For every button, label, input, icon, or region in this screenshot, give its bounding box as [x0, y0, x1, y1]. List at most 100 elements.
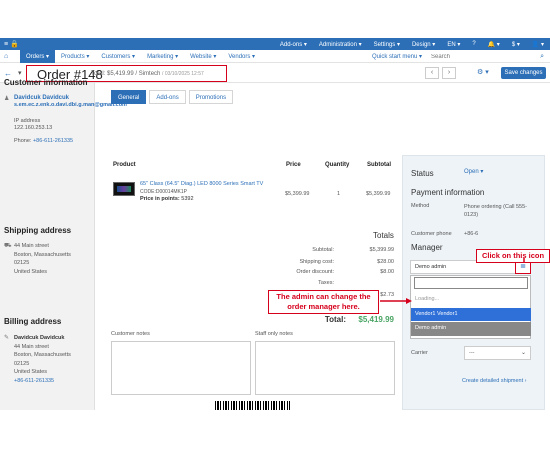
annotation-change-manager: The admin can change the order manager h…	[268, 290, 379, 314]
billing-phone-link[interactable]: +86-611-261335	[14, 377, 71, 386]
product-thumbnail[interactable]	[113, 182, 135, 196]
nav-products[interactable]: Products ▾	[55, 50, 95, 63]
product-subtotal: $5,399.99	[366, 191, 391, 197]
total-value: $5,419.99	[358, 315, 394, 324]
notifications-icon[interactable]: 🔔 ▾	[488, 41, 500, 48]
carrier-select[interactable]: --- ⌄	[464, 346, 531, 360]
quick-start-menu[interactable]: Quick start menu ▾	[372, 53, 422, 60]
address-line: 44 Main street	[14, 243, 49, 249]
staff-notes-textarea[interactable]	[255, 341, 395, 395]
nav-marketing[interactable]: Marketing ▾	[141, 50, 184, 63]
totals-label: Taxes:	[318, 280, 334, 286]
carrier-label: Carrier	[411, 350, 428, 356]
create-shipment-link[interactable]: Create detailed shipment ›	[462, 378, 527, 384]
address-line: Boston, Massachusetts	[14, 251, 71, 258]
phone-link[interactable]: +86-611-261335	[33, 138, 73, 144]
totals-value: $8.00	[380, 269, 394, 275]
customer-phone: Phone: +86-611-261335	[14, 138, 73, 144]
shipping-address: 44 Main street Boston, Massachusetts 021…	[14, 242, 71, 276]
billing-heading: Billing address	[4, 317, 62, 326]
help-icon[interactable]: ?	[472, 41, 475, 48]
totals-label: Order discount:	[296, 269, 334, 275]
product-qty: 1	[337, 191, 341, 197]
points-label: Price in points:	[140, 196, 180, 202]
menu-administration[interactable]: Administration ▾	[319, 41, 362, 48]
customer-ip: IP address 122.160.253.13	[14, 118, 52, 132]
carrier-value: ---	[469, 350, 475, 356]
address-line: Boston, Massachusetts	[14, 352, 71, 358]
method-label: Method	[411, 203, 430, 209]
menu-icon[interactable]: ≡ 🔒	[4, 40, 19, 48]
user-menu-icon[interactable]: 👤 ▾	[532, 41, 544, 48]
nav-orders[interactable]: Orders ▾	[20, 50, 56, 63]
menu-currency[interactable]: $ ▾	[512, 41, 520, 48]
search-icon[interactable]: ⌕	[540, 53, 544, 61]
search-input[interactable]	[431, 52, 541, 61]
customer-notes-textarea[interactable]	[111, 341, 251, 395]
product-price: $5,399.99	[285, 191, 310, 197]
manager-heading: Manager	[411, 243, 443, 252]
col-product: Product	[113, 162, 136, 168]
points-value: 5392	[181, 196, 194, 202]
ip-value: 122.160.253.13	[14, 125, 53, 131]
col-subtotal: Subtotal	[367, 162, 391, 168]
order-barcode	[215, 401, 290, 410]
chevron-down-icon[interactable]: ▾	[18, 69, 22, 77]
gear-icon[interactable]: ⚙ ▾	[477, 68, 489, 76]
dropdown-option[interactable]: Vendor1 Vendor1	[411, 308, 531, 321]
nav-customers[interactable]: Customers ▾	[95, 50, 141, 63]
shipping-heading: Shipping address	[4, 226, 72, 235]
address-line: 02125	[14, 260, 30, 266]
customer-phone-value: +86-6	[464, 231, 479, 237]
dropdown-loading: Loading...	[415, 296, 440, 302]
save-changes-button[interactable]: Save changes	[501, 67, 546, 79]
staff-notes-label: Staff only notes	[255, 331, 293, 337]
billing-name: Davidcuk Davidcuk	[14, 335, 65, 341]
menu-addons[interactable]: Add-ons ▾	[280, 41, 307, 48]
billing-address: Davidcuk Davidcuk 44 Main street Boston,…	[14, 334, 71, 385]
order-date: / 03/10/2025 12:57	[162, 71, 204, 77]
next-order-button[interactable]: ›	[442, 67, 456, 79]
manager-search-input[interactable]	[414, 277, 528, 289]
back-arrow-icon[interactable]: ←	[4, 69, 12, 78]
order-tabs: General Add-ons Promotions	[111, 90, 234, 104]
address-line: United States	[14, 268, 48, 275]
menu-design[interactable]: Design ▾	[412, 41, 435, 48]
totals-value: $28.00	[377, 259, 394, 265]
chevron-down-icon: ⌄	[520, 350, 526, 356]
totals-value: $5,399.99	[369, 247, 394, 253]
menu-language[interactable]: EN ▾	[447, 41, 460, 48]
tag-icon: ✎	[4, 335, 10, 341]
truck-icon: ⛟	[4, 243, 12, 249]
phone-label: Phone:	[14, 138, 32, 144]
user-icon: ♟	[4, 96, 10, 102]
top-menu: Add-ons ▾ Administration ▾ Settings ▾ De…	[280, 41, 544, 48]
nav-vendors[interactable]: Vendors ▾	[222, 50, 261, 63]
col-price: Price	[286, 162, 301, 168]
totals-label: Shipping cost:	[299, 259, 334, 265]
method-value: Phone ordering (Call 555-0123)	[464, 204, 527, 218]
prev-order-button[interactable]: ‹	[425, 67, 439, 79]
nav-website[interactable]: Website ▾	[184, 50, 222, 63]
totals-label: Subtotal:	[312, 247, 334, 253]
status-label: Status	[411, 169, 434, 178]
tab-general[interactable]: General	[111, 90, 147, 104]
annotation-click-icon: Click on this icon	[476, 249, 550, 263]
product-code: CODE:D00014MK1P	[140, 189, 187, 195]
order-total-summary: Total: $5,419.99 / Simtech	[91, 71, 161, 77]
payment-heading: Payment information	[411, 188, 485, 197]
product-name-link[interactable]: 65" Class (64.5" Diag.) LED 8000 Series …	[140, 181, 263, 187]
tab-addons[interactable]: Add-ons	[149, 90, 186, 104]
dropdown-option[interactable]: Demo admin	[411, 322, 531, 336]
product-points: Price in points: 5392	[140, 196, 194, 202]
customer-email-link[interactable]: s.em.ec.z.enk.o.davi.dbi.g.man@gmail.com	[14, 102, 127, 109]
total-label: Total:	[324, 315, 346, 324]
address-line: 44 Main street	[14, 343, 49, 350]
menu-settings[interactable]: Settings ▾	[374, 41, 400, 48]
top-admin-bar: ≡ 🔒 Add-ons ▾ Administration ▾ Settings …	[0, 38, 550, 50]
tab-promotions[interactable]: Promotions	[188, 90, 234, 104]
main-nav: ⌂ Orders ▾ Products ▾ Customers ▾ Market…	[0, 50, 550, 63]
status-dropdown[interactable]: Open ▾	[464, 168, 483, 175]
customer-name-link[interactable]: Davidcuk Davidcuk	[14, 95, 69, 101]
home-icon[interactable]: ⌂	[4, 53, 8, 60]
